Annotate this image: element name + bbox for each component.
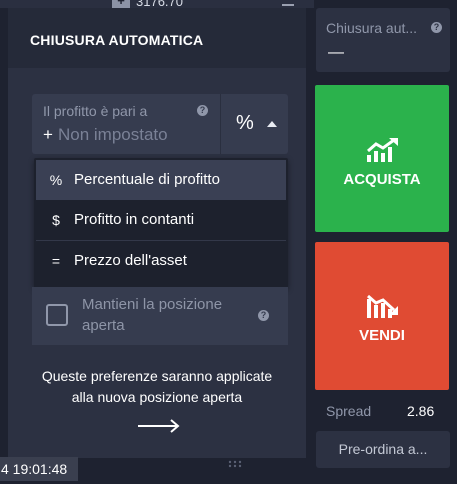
help-icon[interactable]: ? <box>258 310 269 321</box>
menu-item-label: Prezzo dell'asset <box>74 252 187 269</box>
unit-dropdown-menu: % Percentuale di profitto $ Profitto in … <box>34 158 288 288</box>
menu-item-cash[interactable]: $ Profitto in contanti <box>36 200 286 240</box>
profit-input-group: Il profitto è pari a ? + Non impostato % <box>32 94 288 154</box>
note-line: alla nuova posizione aperta <box>71 389 243 405</box>
auto-close-value: — <box>328 44 344 61</box>
panel-title: CHIUSURA AUTOMATICA <box>8 8 306 68</box>
menu-item-label: Percentuale di profitto <box>74 171 220 188</box>
help-icon[interactable]: ? <box>197 105 208 116</box>
menu-item-asset-price[interactable]: = Prezzo dell'asset <box>36 240 286 280</box>
auto-close-panel: CHIUSURA AUTOMATICA Il profitto è pari a… <box>8 8 306 458</box>
grip-icon[interactable] <box>228 460 242 468</box>
chart-up-icon <box>367 138 398 162</box>
background-toolbar: + 3176.70 <box>0 0 314 9</box>
spread-label: Spread <box>326 403 372 419</box>
preorder-button[interactable]: Pre-ordina a... <box>316 431 450 468</box>
equals-icon: = <box>51 253 61 269</box>
hold-position-row[interactable]: Mantieni la posizione aperta ? <box>32 287 288 345</box>
menu-item-label: Profitto in contanti <box>74 211 195 228</box>
menu-icon[interactable] <box>282 0 294 6</box>
hold-position-label: Mantieni la posizione aperta <box>82 296 223 334</box>
trade-sidebar: Chiusura aut... ? — ACQUISTA VENDI Sprea… <box>314 0 457 484</box>
sell-button[interactable]: VENDI <box>315 242 449 390</box>
profit-label: Il profitto è pari a <box>43 103 148 119</box>
arrow-right-icon[interactable] <box>137 418 181 434</box>
time-badge: 4 19:01:48 <box>0 457 78 481</box>
hold-position-checkbox[interactable] <box>46 304 68 326</box>
auto-close-label: Chiusura aut... <box>326 20 418 36</box>
profit-sign: + <box>43 125 53 144</box>
buy-label: ACQUISTA <box>343 171 421 188</box>
help-icon[interactable]: ? <box>431 22 442 33</box>
zoom-plus-button[interactable]: + <box>112 0 130 8</box>
unit-selector[interactable]: % <box>221 94 288 154</box>
caret-up-icon <box>267 121 277 127</box>
sell-label: VENDI <box>359 327 405 344</box>
percent-icon: % <box>49 172 63 188</box>
menu-item-percent[interactable]: % Percentuale di profitto <box>36 160 286 200</box>
buy-button[interactable]: ACQUISTA <box>315 85 449 232</box>
spread-value: 2.86 <box>407 403 435 419</box>
unit-symbol: % <box>236 112 254 134</box>
profit-input[interactable]: Non impostato <box>58 125 168 145</box>
chart-down-icon <box>367 294 398 318</box>
auto-close-field[interactable]: Chiusura aut... ? — <box>316 8 450 72</box>
note-line: Queste preferenze saranno applicate <box>41 368 273 384</box>
preferences-note: Queste preferenze saranno applicate alla… <box>16 366 298 408</box>
dollar-icon: $ <box>52 212 60 228</box>
